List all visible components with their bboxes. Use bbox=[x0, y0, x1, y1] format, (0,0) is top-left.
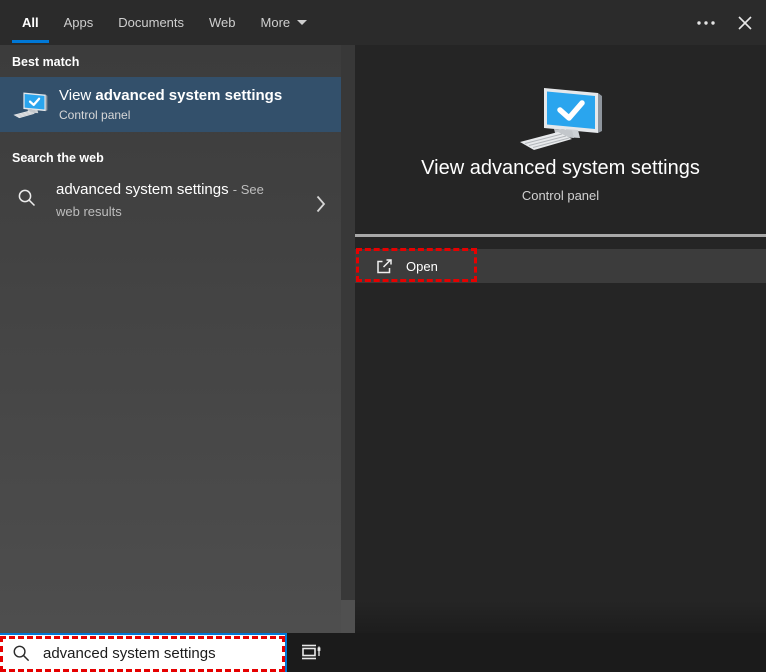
tab-apps-label: Apps bbox=[63, 15, 94, 30]
taskbar-search-input[interactable]: advanced system settings bbox=[0, 635, 285, 672]
tab-all-label: All bbox=[22, 15, 39, 30]
search-input-value: advanced system settings bbox=[43, 645, 216, 662]
tab-more-label: More bbox=[260, 15, 291, 30]
web-suggestion-query: advanced system settings bbox=[56, 181, 229, 198]
close-button[interactable] bbox=[737, 0, 753, 45]
search-the-web-header: Search the web bbox=[12, 151, 104, 165]
best-match-title-emphasis: advanced system settings bbox=[95, 87, 283, 104]
open-button-label: Open bbox=[406, 258, 438, 274]
open-button[interactable]: Open bbox=[355, 249, 766, 283]
close-icon bbox=[738, 15, 752, 30]
tab-all[interactable]: All bbox=[12, 0, 49, 45]
more-options-button[interactable] bbox=[695, 0, 717, 45]
search-results-panel: Best match View advanced system settings… bbox=[0, 45, 341, 633]
tab-more[interactable]: More bbox=[261, 0, 308, 45]
scrollbar-thumb[interactable] bbox=[341, 600, 355, 633]
web-suggestion-result[interactable]: advanced system settings - See web resul… bbox=[0, 176, 341, 234]
search-icon bbox=[18, 189, 36, 207]
ellipsis-icon bbox=[697, 20, 715, 25]
open-external-icon bbox=[377, 258, 392, 273]
chevron-down-icon bbox=[297, 20, 308, 25]
taskbar: advanced system settings bbox=[0, 633, 766, 672]
taskbar-search-box[interactable]: advanced system settings bbox=[0, 633, 287, 672]
preview-subtitle: Control panel bbox=[521, 188, 600, 203]
scrollbar-track[interactable] bbox=[341, 45, 355, 633]
tab-documents[interactable]: Documents bbox=[118, 0, 184, 45]
best-match-header: Best match bbox=[12, 55, 80, 69]
chevron-right-icon[interactable] bbox=[316, 195, 326, 213]
preview-title: View advanced system settings bbox=[421, 157, 700, 179]
tab-web-label: Web bbox=[209, 15, 236, 30]
best-match-title: View advanced system settings bbox=[59, 87, 282, 104]
preview-divider bbox=[355, 234, 766, 237]
preview-panel: View advanced system settings Control pa… bbox=[355, 45, 766, 633]
best-match-title-prefix: View bbox=[59, 87, 96, 104]
best-match-subtitle: Control panel bbox=[59, 108, 131, 122]
tab-apps[interactable]: Apps bbox=[64, 0, 94, 45]
web-suggestion-text: advanced system settings - See web resul… bbox=[56, 179, 288, 223]
task-view-icon[interactable] bbox=[299, 641, 321, 663]
search-icon bbox=[13, 645, 30, 662]
tab-web[interactable]: Web bbox=[209, 0, 236, 45]
best-match-text: View advanced system settings Control pa… bbox=[59, 87, 282, 122]
control-panel-computer-icon bbox=[11, 90, 49, 119]
best-match-result[interactable]: View advanced system settings Control pa… bbox=[0, 77, 341, 132]
tab-documents-label: Documents bbox=[118, 15, 185, 30]
search-filter-tabbar: All Apps Documents Web More bbox=[0, 0, 766, 45]
control-panel-computer-icon-large bbox=[514, 82, 606, 152]
